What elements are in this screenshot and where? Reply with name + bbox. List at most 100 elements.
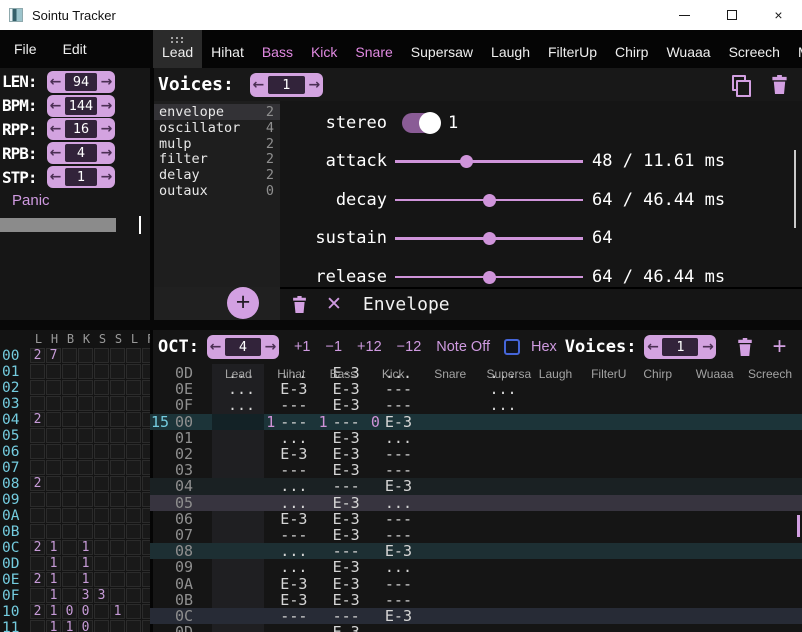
order-cell[interactable] [94, 396, 109, 411]
order-cell[interactable]: 1 [78, 572, 93, 587]
order-cell[interactable] [126, 492, 141, 507]
order-cell[interactable] [94, 412, 109, 427]
minimize-button[interactable] [661, 0, 708, 30]
note-cell[interactable]: E-3 [280, 592, 307, 608]
note-cell[interactable]: --- [385, 511, 412, 527]
order-cell[interactable]: 1 [110, 604, 125, 619]
order-cell[interactable] [62, 428, 77, 443]
order-cell[interactable]: 3 [78, 588, 93, 603]
note-cell[interactable]: E-3 [280, 511, 307, 527]
track-header-lead[interactable]: Lead [225, 367, 252, 381]
note-cell[interactable]: --- [385, 397, 412, 413]
bpm-increment-arrow[interactable]: → [98, 98, 115, 114]
order-cell[interactable] [94, 508, 109, 523]
order-cell[interactable] [94, 524, 109, 539]
order-cell[interactable] [46, 460, 61, 475]
note-cell[interactable]: ... [280, 430, 307, 446]
order-cell[interactable] [78, 444, 93, 459]
order-cell[interactable] [46, 364, 61, 379]
note-cell[interactable]: E-3 [333, 430, 360, 446]
add-track-button[interactable]: + [772, 335, 786, 359]
unit-row-delay[interactable]: delay2 [150, 167, 280, 183]
track-header-supersa[interactable]: Supersa [487, 367, 532, 381]
note-cell[interactable]: E-3 [333, 624, 360, 632]
track-header-screech[interactable]: Screech [748, 367, 792, 381]
order-cell[interactable]: 1 [46, 588, 61, 603]
parameters-scrollbar[interactable] [794, 150, 796, 228]
track-header-filteru[interactable]: FilterU [591, 367, 626, 381]
order-cell[interactable] [110, 380, 125, 395]
track-header-laugh[interactable]: Laugh [539, 367, 572, 381]
order-cell[interactable] [30, 508, 45, 523]
note-cell[interactable]: ... [385, 559, 412, 575]
order-cell[interactable] [46, 476, 61, 491]
order-cell[interactable] [126, 540, 141, 555]
tab-hihat[interactable]: Hihat [202, 30, 253, 68]
note-off-button[interactable]: Note Off [436, 339, 490, 355]
len-decrement-arrow[interactable]: ← [47, 74, 64, 90]
order-cell[interactable] [30, 396, 45, 411]
stp-decrement-arrow[interactable]: ← [47, 169, 64, 185]
note-cell[interactable]: --- [280, 414, 307, 430]
unit-row-outaux[interactable]: outaux0 [150, 183, 280, 199]
order-cell[interactable] [94, 476, 109, 491]
note-cell[interactable]: ... [490, 397, 517, 413]
order-cell[interactable] [126, 508, 141, 523]
order-cell[interactable]: 2 [30, 412, 45, 427]
order-cell[interactable]: 2 [30, 572, 45, 587]
note-cell[interactable]: --- [385, 462, 412, 478]
order-cell[interactable] [110, 540, 125, 555]
track-header-kick[interactable]: Kick [382, 367, 405, 381]
order-cell[interactable] [110, 492, 125, 507]
order-cell[interactable] [30, 428, 45, 443]
order-cell[interactable] [62, 348, 77, 363]
order-cell[interactable] [94, 492, 109, 507]
order-cell[interactable] [142, 540, 150, 555]
order-cell[interactable] [126, 524, 141, 539]
order-cell[interactable] [62, 556, 77, 571]
order-cell[interactable] [62, 540, 77, 555]
note-cell[interactable]: --- [333, 608, 360, 624]
order-cell[interactable] [94, 444, 109, 459]
rpb-increment-arrow[interactable]: → [98, 145, 115, 161]
sustain-slider[interactable] [395, 230, 583, 246]
order-cell[interactable] [62, 460, 77, 475]
order-cell[interactable] [62, 588, 77, 603]
order-cell[interactable] [110, 588, 125, 603]
order-cell[interactable]: 2 [30, 348, 45, 363]
order-cell[interactable] [78, 460, 93, 475]
note-cell[interactable]: E-3 [333, 446, 360, 462]
order-cell[interactable] [30, 380, 45, 395]
order-cell[interactable] [78, 412, 93, 427]
order-cell[interactable] [78, 364, 93, 379]
order-cell[interactable] [142, 492, 150, 507]
order-cell[interactable] [46, 524, 61, 539]
order-cell[interactable] [142, 444, 150, 459]
order-cell[interactable] [142, 620, 150, 632]
octave-decrement-arrow[interactable]: ← [207, 339, 224, 355]
tab-screech[interactable]: Screech [720, 30, 789, 68]
order-cell[interactable] [94, 428, 109, 443]
order-cell[interactable] [110, 460, 125, 475]
song-progress-bar[interactable] [0, 218, 116, 232]
unit-row-filter[interactable]: filter2 [150, 151, 280, 167]
len-increment-arrow[interactable]: → [98, 74, 115, 90]
note-cell[interactable]: E-3 [385, 478, 412, 494]
order-cell[interactable] [110, 364, 125, 379]
track-header-wuaaa[interactable]: Wuaaa [696, 367, 734, 381]
instrument-voices-increment-arrow[interactable]: → [306, 77, 323, 93]
order-cell[interactable] [94, 604, 109, 619]
unit-row-oscillator[interactable]: oscillator4 [150, 120, 280, 136]
note-cell[interactable]: E-3 [385, 414, 412, 430]
tab-bass[interactable]: Bass [253, 30, 302, 68]
order-cell[interactable] [110, 412, 125, 427]
release-slider[interactable] [395, 269, 583, 285]
order-cell[interactable] [110, 556, 125, 571]
note-cell[interactable]: ... [280, 543, 307, 559]
order-cell[interactable] [94, 620, 109, 632]
order-cell[interactable]: 0 [62, 604, 77, 619]
order-cell[interactable] [110, 524, 125, 539]
note-cell[interactable]: ... [280, 559, 307, 575]
order-cell[interactable] [46, 444, 61, 459]
note-cell[interactable]: E-3 [280, 381, 307, 397]
